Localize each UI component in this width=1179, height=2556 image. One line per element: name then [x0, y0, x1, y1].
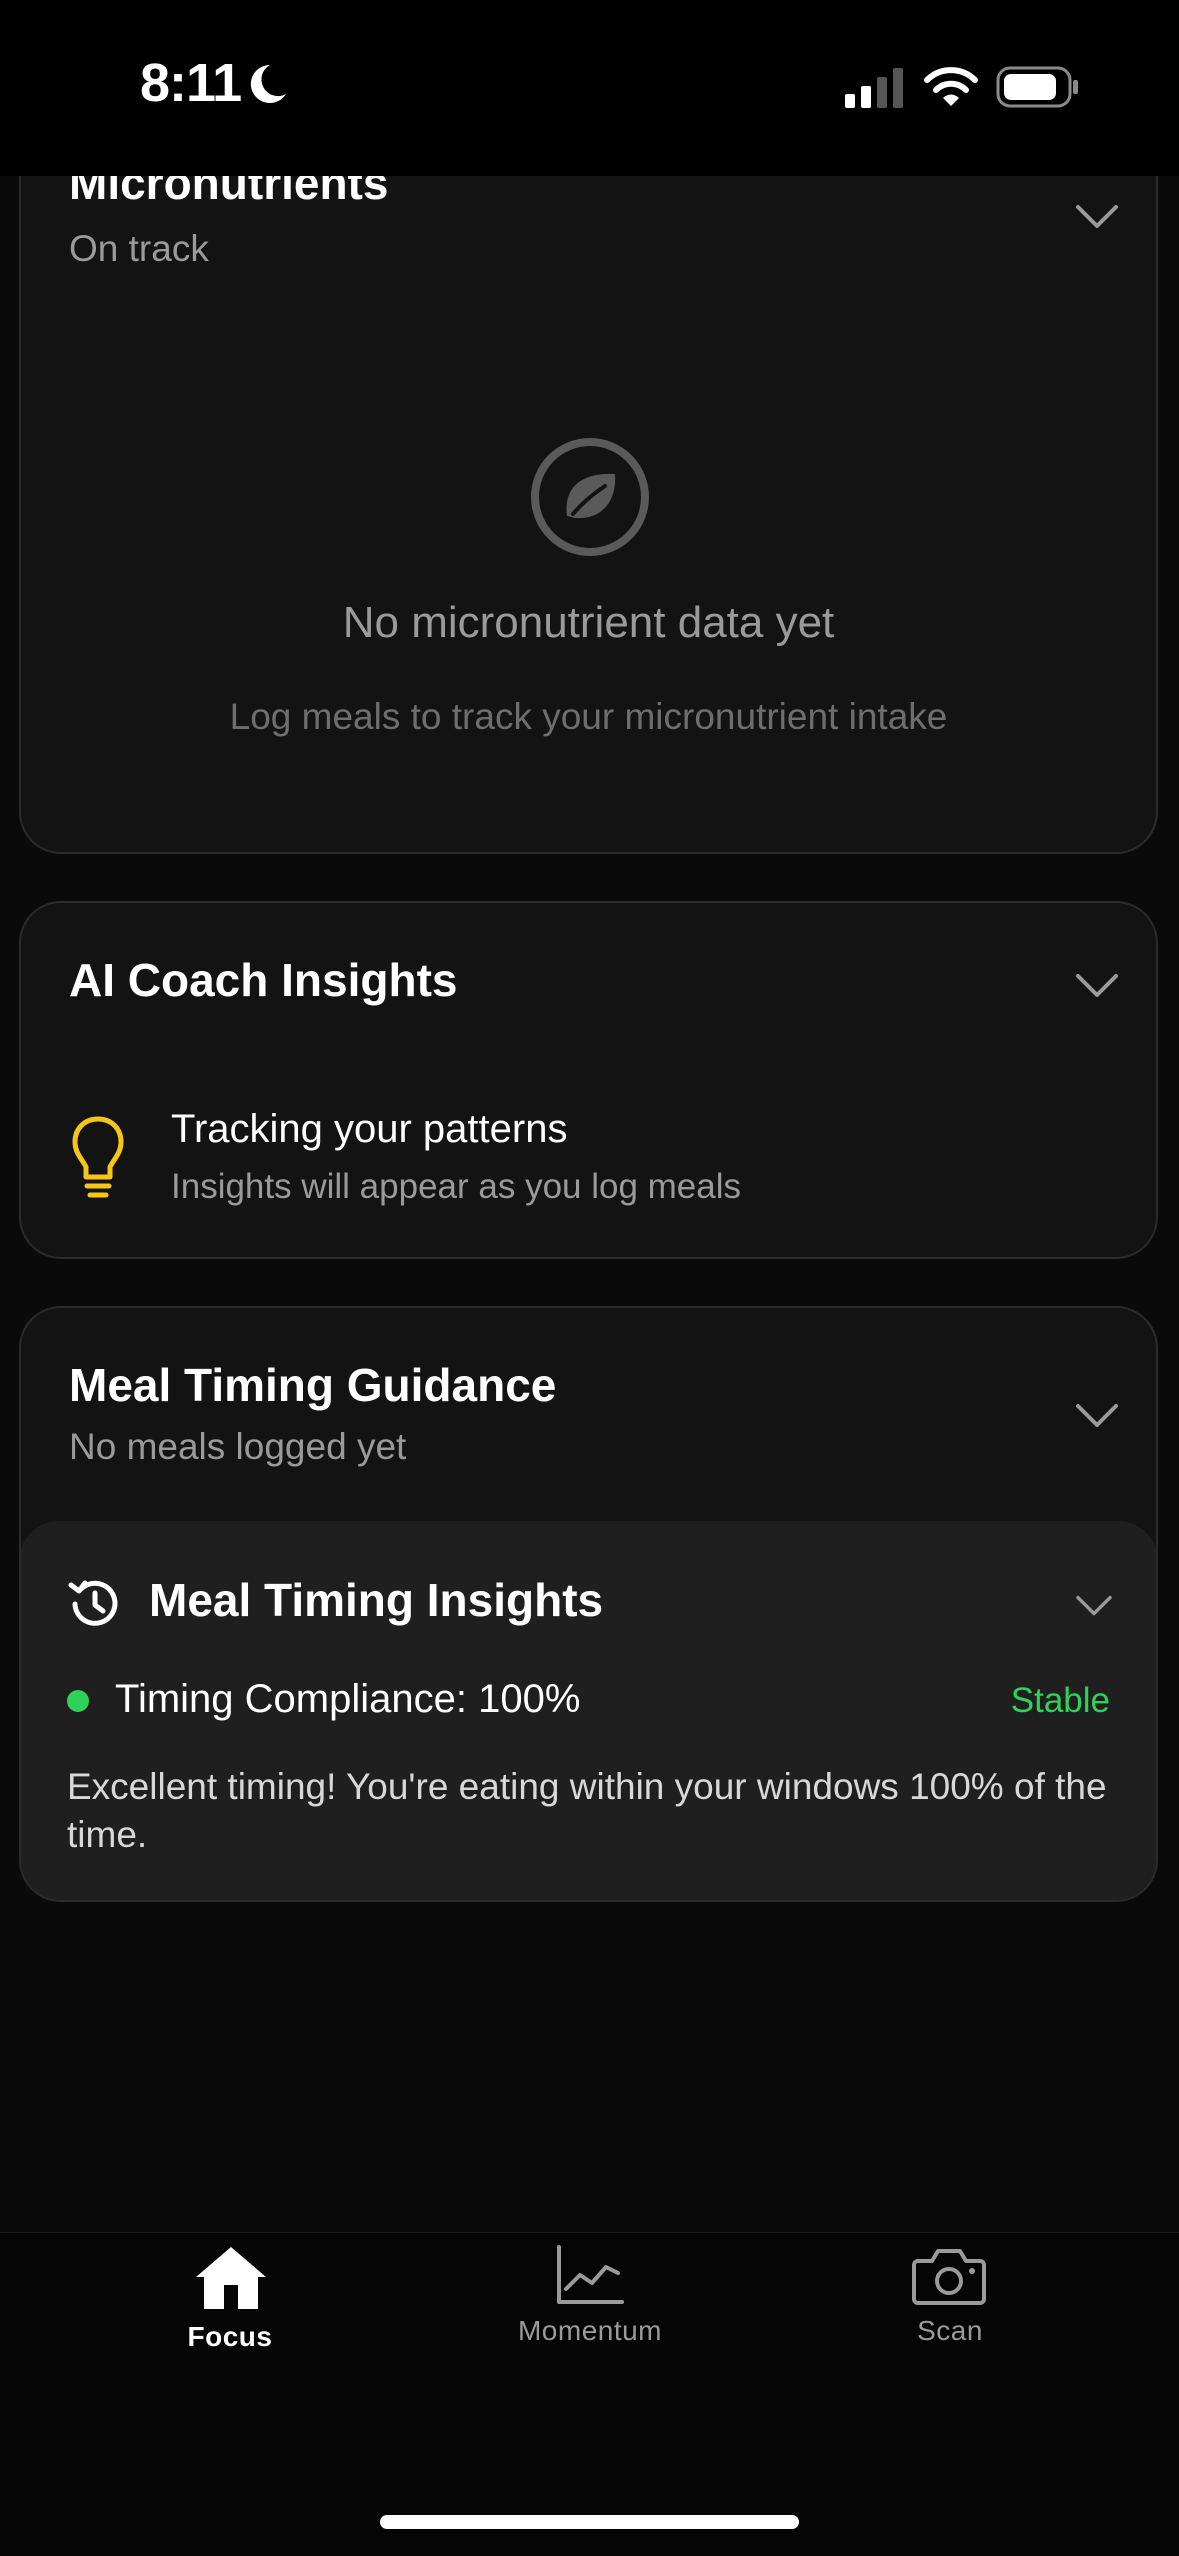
battery-icon	[996, 66, 1078, 108]
meal-timing-subtitle: No meals logged yet	[69, 1426, 407, 1467]
scroll-content[interactable]: Micronutrients On track No micronutrient…	[0, 0, 1179, 2232]
timing-message: Excellent timing! You're eating within y…	[67, 1766, 1107, 1855]
wifi-icon	[924, 67, 978, 106]
tab-momentum-label: Momentum	[517, 2315, 663, 2346]
chevron-down-icon[interactable]	[1075, 1595, 1113, 1617]
insight-title: Tracking your patterns	[171, 1107, 568, 1151]
app-screen: Micronutrients On track No micronutrient…	[0, 0, 1179, 2556]
status-bar: 8:11	[0, 0, 1179, 176]
meal-timing-insights-panel[interactable]: Meal Timing Insights Timing Compliance: …	[21, 1521, 1156, 1900]
tab-bar: Focus Momentum Scan	[0, 2232, 1179, 2556]
trend-badge: Stable	[1010, 1681, 1110, 1720]
ai-coach-title: AI Coach Insights	[69, 954, 458, 1006]
chevron-down-icon[interactable]	[1075, 1403, 1119, 1429]
tab-focus[interactable]: Focus	[80, 2233, 380, 2383]
moon-icon	[250, 64, 286, 103]
meal-timing-insights-title: Meal Timing Insights	[149, 1574, 604, 1626]
meal-timing-title: Meal Timing Guidance	[69, 1359, 557, 1411]
timing-compliance-label: Timing Compliance: 100%	[115, 1677, 581, 1721]
micronutrients-empty-title: No micronutrient data yet	[342, 598, 835, 647]
meal-timing-card[interactable]: Meal Timing Guidance No meals logged yet…	[19, 1306, 1158, 1902]
tab-momentum[interactable]: Momentum	[440, 2233, 740, 2383]
status-dot	[67, 1690, 89, 1712]
lightbulb-icon	[72, 1116, 124, 1198]
camera-icon	[912, 2249, 986, 2305]
ai-coach-card[interactable]: AI Coach Insights Tracking your patterns…	[19, 901, 1158, 1259]
chart-line-icon	[557, 2245, 624, 2304]
home-icon	[196, 2247, 266, 2309]
micronutrients-card[interactable]: Micronutrients On track No micronutrient…	[19, 100, 1158, 854]
leaf-icon	[531, 438, 649, 556]
tab-focus-label: Focus	[187, 2321, 273, 2352]
micronutrients-subtitle: On track	[69, 228, 209, 269]
chevron-down-icon[interactable]	[1075, 973, 1119, 999]
chevron-down-icon[interactable]	[1075, 204, 1119, 230]
home-indicator[interactable]	[380, 2515, 799, 2529]
history-icon	[68, 1580, 118, 1626]
tab-scan-label: Scan	[917, 2315, 983, 2346]
status-time: 8:11	[140, 53, 242, 113]
tab-scan[interactable]: Scan	[800, 2233, 1100, 2383]
insight-message: Insights will appear as you log meals	[171, 1167, 742, 1206]
cellular-signal-icon	[845, 68, 903, 108]
micronutrients-empty-message: Log meals to track your micronutrient in…	[229, 696, 948, 737]
